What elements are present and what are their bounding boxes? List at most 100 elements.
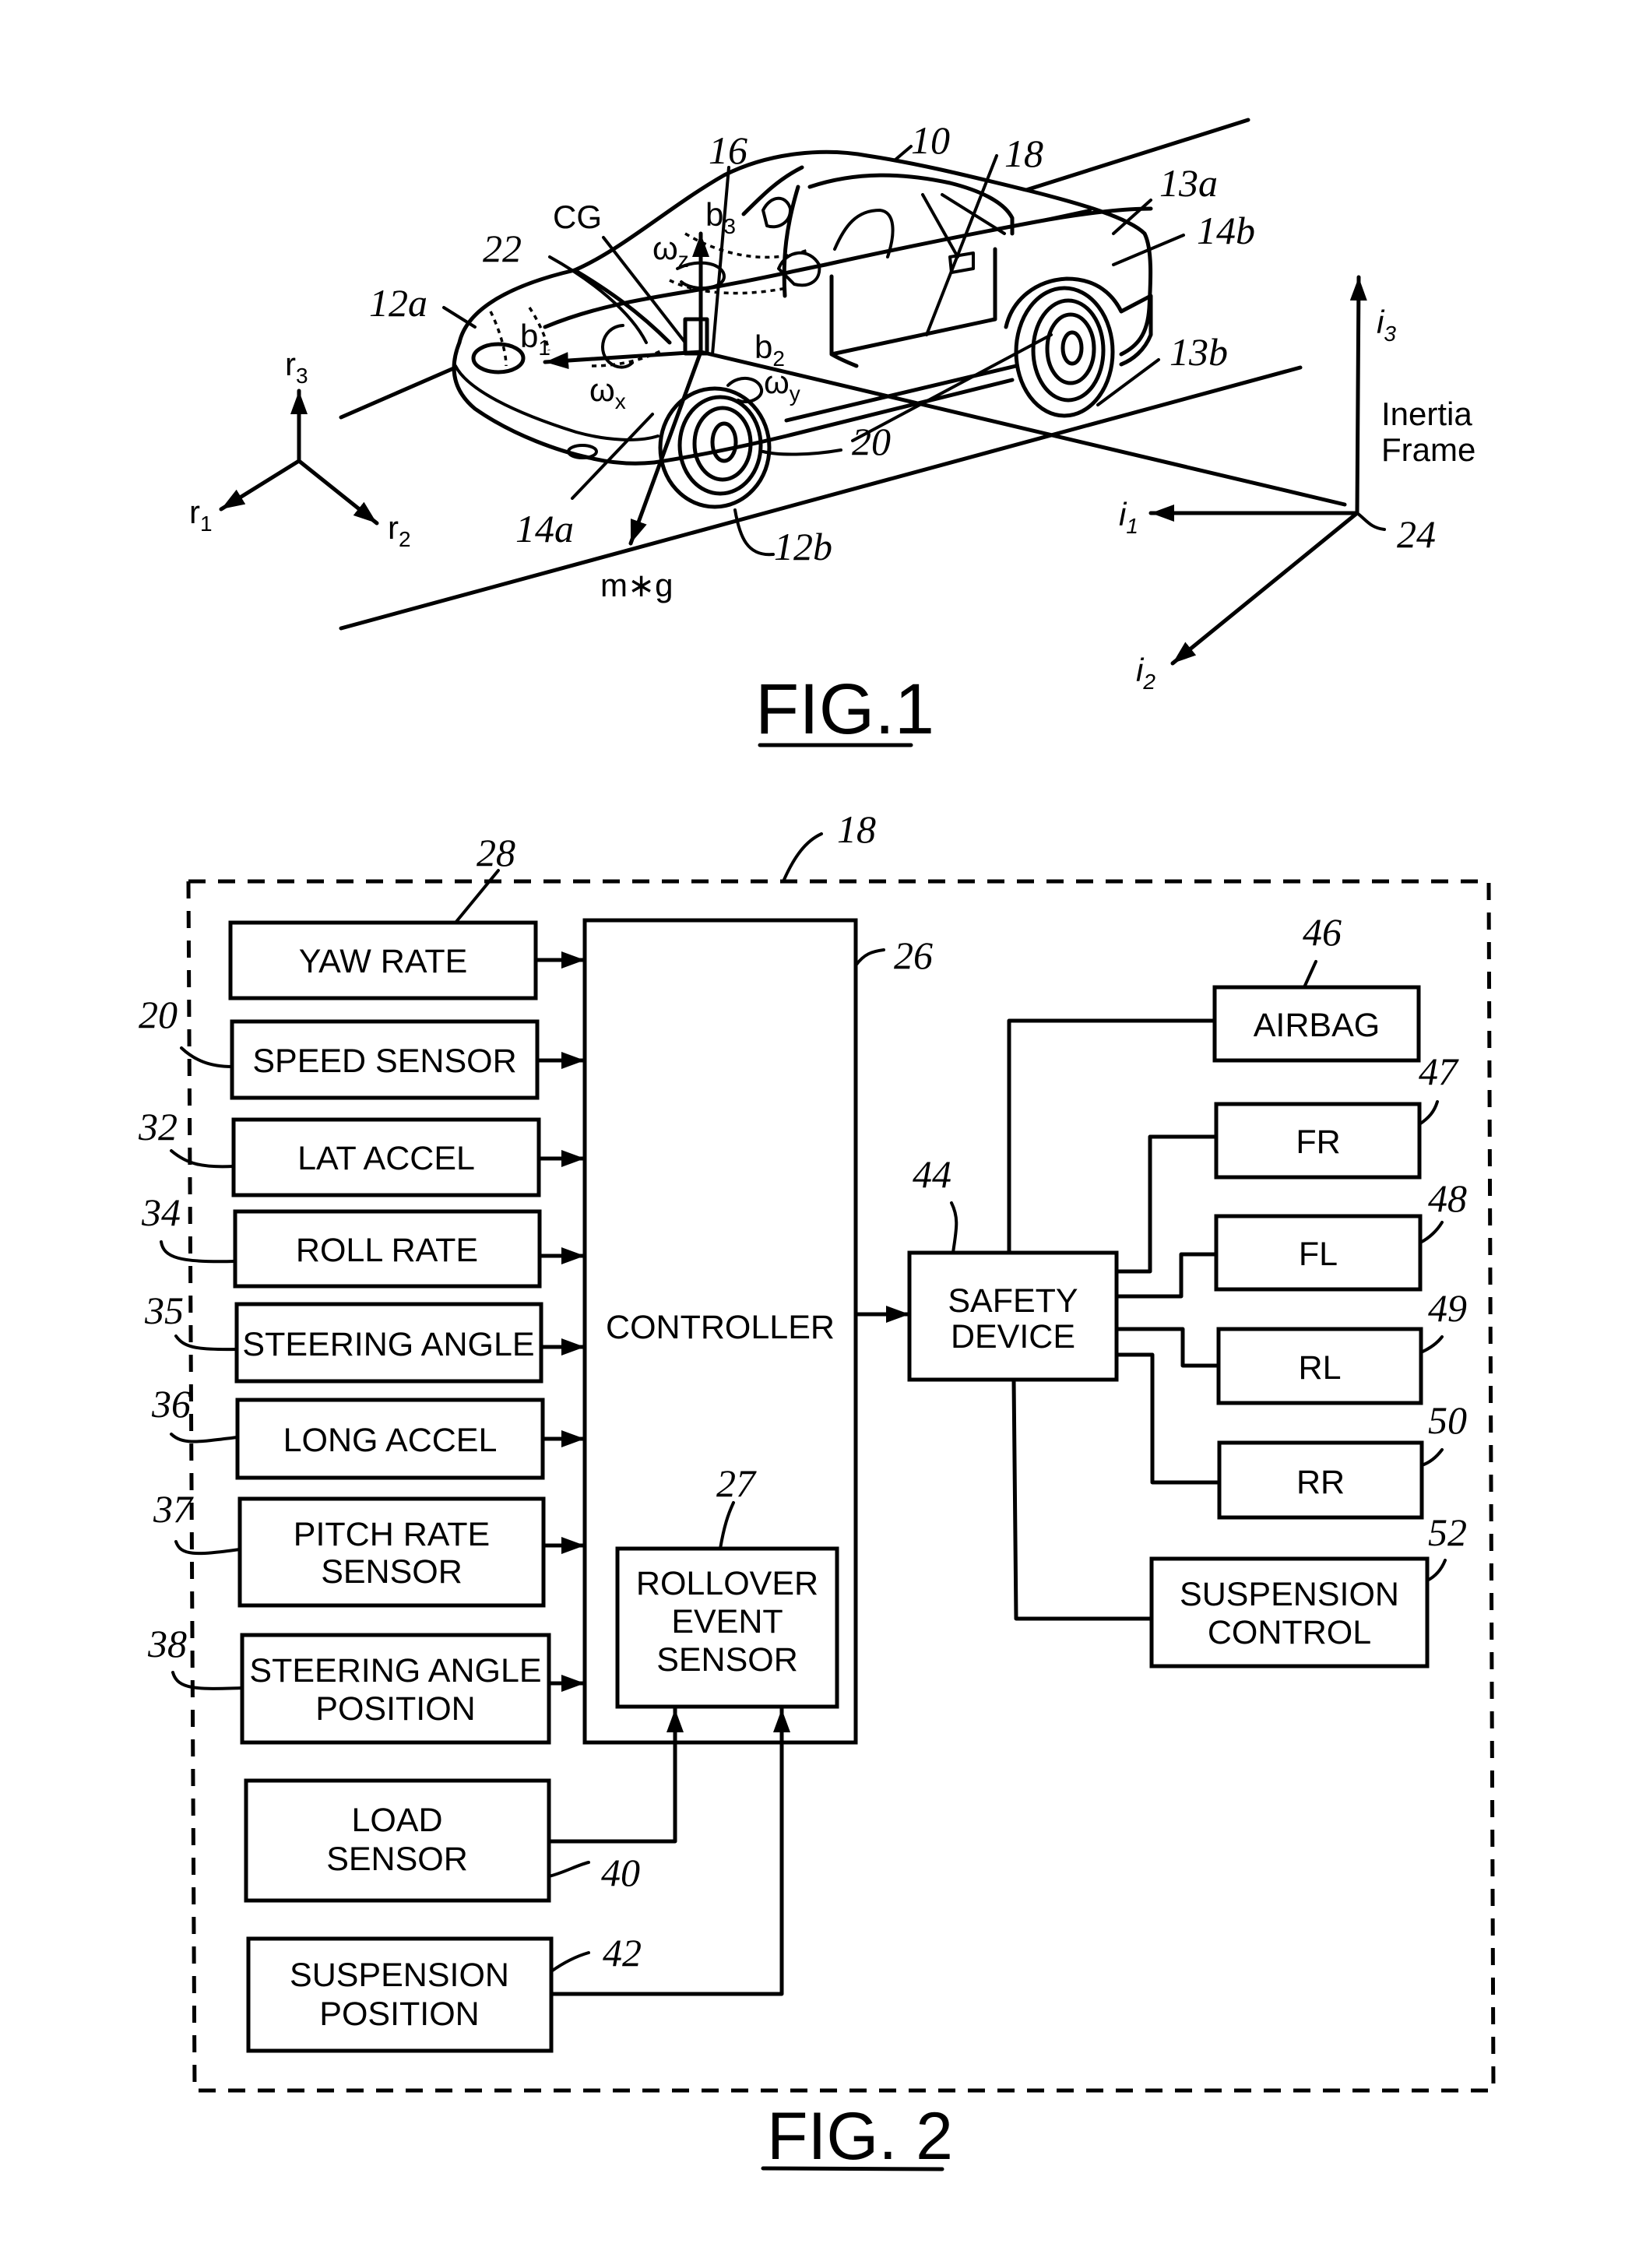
sensor-label-line2: SENSOR [321, 1553, 463, 1591]
inertia-frame-label-line1: Inertia [1381, 396, 1472, 432]
omega-z-label: ωz [652, 230, 689, 272]
sensor-label-line1: PITCH RATE [294, 1516, 490, 1553]
leader-37 [174, 1540, 241, 1556]
cg-label: CG [553, 199, 602, 235]
axis-i3-label: i3 [1377, 304, 1396, 346]
ref-34: 34 [141, 1190, 181, 1234]
suspension-position-box [246, 1936, 554, 2053]
safety-device-label-line1: SAFETY [948, 1282, 1078, 1320]
leader-32 [170, 1149, 235, 1169]
ref-12b: 12b [774, 525, 832, 568]
sensor-steering-angle-position: STEERING ANGLE POSITION 38 [147, 1622, 587, 1745]
axis-r3-label: r3 [285, 346, 308, 388]
output-fr-47: FR 47 [1214, 1050, 1459, 1180]
leader-35 [174, 1334, 238, 1352]
leader-50 [1420, 1448, 1444, 1467]
sensor-label: LONG ACCEL [283, 1422, 498, 1459]
leader-46 [1303, 960, 1317, 989]
gravity-label: m∗g [600, 567, 674, 603]
ref-24: 24 [1397, 512, 1436, 556]
ref-40: 40 [601, 1851, 640, 1894]
leader-28 [454, 869, 500, 924]
sensor-speed: SPEED SENSOR 20 [139, 993, 587, 1100]
leader-40 [547, 1861, 590, 1878]
figure-1: r3 r1 r2 i3 i1 i2 Inertia Frame 24 b3 b1… [189, 118, 1475, 749]
road-edge-upper-left [339, 365, 458, 420]
output-label-line2: CONTROL [1208, 1614, 1371, 1651]
axis-i2-arrow [1170, 511, 1359, 666]
rollover-label-line2: EVENT [671, 1603, 783, 1640]
vehicle-beltline [823, 206, 1153, 267]
load-sensor-label-line1: LOAD [351, 1802, 442, 1839]
front-wheel-hub [710, 421, 738, 463]
vehicle-front-seat [777, 209, 895, 287]
leader-38 [171, 1671, 244, 1690]
figure-2: 18 YAW RATE 28 SPEED SENSOR 20 LAT ACCEL… [138, 807, 1496, 2174]
leader-36 [170, 1433, 239, 1443]
leader-48 [1419, 1221, 1444, 1244]
output-label-line1: SUSPENSION [1180, 1576, 1399, 1613]
leader-42 [550, 1951, 590, 1973]
sensor-label-line1: STEERING ANGLE [249, 1652, 541, 1690]
ref-20: 20 [852, 420, 891, 463]
axis-b1-arrow [543, 350, 703, 370]
cg-to-inertia-line [698, 350, 1347, 507]
axis-r1-arrow [219, 459, 301, 512]
ref-system-18: 18 [837, 807, 876, 851]
ref-37: 37 [153, 1487, 194, 1531]
ref-44: 44 [913, 1152, 951, 1196]
leader-26 [854, 948, 885, 967]
sensor-label: STEERING ANGLE [242, 1326, 534, 1363]
rear-wheel-13b [1014, 286, 1115, 418]
rollover-label-line1: ROLLOVER [636, 1565, 818, 1602]
output-label: RR [1296, 1464, 1345, 1501]
leader-49 [1419, 1335, 1444, 1354]
sensor-cluster-16 [683, 317, 709, 356]
ref-32: 32 [138, 1105, 178, 1148]
omega-x-label: ωx [589, 371, 626, 413]
ref-47: 47 [1419, 1050, 1459, 1093]
suspension-position-label-line1: SUSPENSION [290, 1957, 509, 1994]
sensor-label: YAW RATE [299, 943, 468, 980]
vehicle-headlight [471, 342, 526, 374]
leader-16 [711, 166, 730, 356]
ref-49: 49 [1428, 1286, 1467, 1330]
ref-52: 52 [1428, 1510, 1467, 1554]
axis-r2-label: r2 [388, 509, 411, 551]
output-fl-48: FL 48 [1214, 1176, 1467, 1292]
gravity-arrow [628, 350, 703, 546]
sensor-roll-rate: ROLL RATE 34 [141, 1190, 587, 1289]
ref-16: 16 [709, 128, 747, 172]
ref-13b: 13b [1169, 330, 1228, 374]
vehicle-roof-rear-edge [807, 173, 1015, 236]
ref-18: 18 [1004, 132, 1043, 175]
ref-12a: 12a [369, 281, 427, 325]
suspension-to-rollover-arrow [549, 1707, 790, 1996]
ref-50: 50 [1428, 1398, 1467, 1442]
axis-i1-label: i1 [1119, 496, 1138, 538]
sensor-lat-accel: LAT ACCEL 32 [138, 1105, 587, 1197]
rear-wheel-rim-inner [1045, 312, 1096, 385]
ref-27: 27 [716, 1461, 757, 1505]
figure-2-caption-underline [761, 2166, 944, 2171]
axis-b3-label: b3 [705, 196, 736, 238]
ref-36: 36 [151, 1382, 191, 1426]
leader-24 [1356, 512, 1386, 531]
axis-r1-label: r1 [189, 494, 213, 536]
rear-wheel-hub [1060, 330, 1084, 366]
inertia-frame-label-line2: Frame [1381, 431, 1475, 468]
leader-44 [950, 1201, 958, 1254]
ref-38: 38 [147, 1622, 187, 1665]
leader-20 [761, 333, 1053, 456]
output-rr-50: RR 50 [1217, 1398, 1467, 1520]
ref-10: 10 [911, 118, 950, 162]
sensor-label: SPEED SENSOR [252, 1043, 516, 1080]
vehicle-door-outline [829, 247, 997, 368]
leader-10 [894, 145, 913, 161]
connector-rr [1114, 1352, 1222, 1485]
ref-22: 22 [483, 227, 522, 270]
safety-device-44: SAFETY DEVICE 44 [907, 1152, 1119, 1382]
ref-28: 28 [477, 831, 515, 874]
leader-52 [1426, 1559, 1447, 1582]
output-label: FL [1299, 1236, 1338, 1273]
